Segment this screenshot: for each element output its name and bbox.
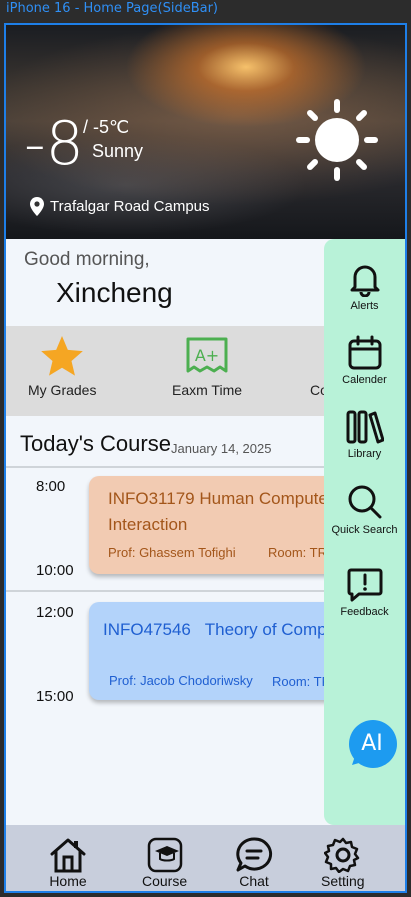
todays-date: January 14, 2025 xyxy=(171,441,272,456)
sidebar: Alerts Calender Library Quick Search Fee… xyxy=(324,239,405,825)
sidebar-item-feedback[interactable]: Feedback xyxy=(324,567,405,618)
sidebar-item-label: Quick Search xyxy=(331,524,398,536)
library-icon xyxy=(346,410,384,444)
sidebar-item-label: Alerts xyxy=(350,300,379,312)
nav-label: Chat xyxy=(239,873,269,889)
exam-time-label: Eaxm Time xyxy=(172,382,243,398)
course-start-time: 12:00 xyxy=(36,604,74,621)
sidebar-item-label: Calender xyxy=(342,374,387,386)
temperature-low: / -5℃ xyxy=(83,117,130,137)
nav-course[interactable]: Course xyxy=(142,837,187,889)
course-prof: Prof: Ghassem Tofighi xyxy=(108,545,236,560)
nav-label: Home xyxy=(49,873,87,889)
course-prof: Prof: Jacob Chodoriwsky xyxy=(109,673,253,688)
chat-icon xyxy=(236,837,273,872)
location-label: Trafalgar Road Campus xyxy=(50,198,210,215)
nav-setting[interactable]: Setting xyxy=(321,837,365,889)
nav-home[interactable]: Home xyxy=(49,837,87,889)
bottom-nav: Home Course Chat Setting xyxy=(6,825,405,891)
svg-text:A+: A+ xyxy=(195,346,219,365)
sun-icon xyxy=(296,99,378,181)
my-grades-button[interactable]: My Grades xyxy=(28,336,96,398)
bell-icon xyxy=(350,265,379,297)
graduation-cap-icon xyxy=(147,837,182,873)
gear-icon xyxy=(323,837,360,873)
sidebar-item-label: Feedback xyxy=(340,606,389,618)
calendar-icon xyxy=(348,335,381,370)
todays-course-title: Today's Course xyxy=(20,431,171,456)
grade-paper-icon: A+ xyxy=(186,337,228,373)
feedback-icon xyxy=(347,568,382,602)
ai-assistant-button[interactable]: AI xyxy=(346,719,397,769)
location-pin-icon xyxy=(30,197,44,216)
weather-condition: Sunny xyxy=(92,141,144,161)
home-icon xyxy=(50,838,86,873)
course-end-time: 10:00 xyxy=(36,562,74,579)
location: Trafalgar Road Campus xyxy=(30,197,210,216)
phone-screen: -8 / -5℃ Sunny Trafalgar Road Campus Goo… xyxy=(4,23,407,893)
nav-label: Course xyxy=(142,873,188,889)
star-icon xyxy=(41,336,84,376)
course-start-time: 8:00 xyxy=(36,478,66,495)
sidebar-item-calendar[interactable]: Calender xyxy=(324,335,405,386)
greeting: Good morning, xyxy=(24,249,150,270)
ai-button-label: AI xyxy=(361,731,383,756)
temperature: -8 xyxy=(24,109,84,179)
frame-title: iPhone 16 - Home Page(SideBar) xyxy=(6,1,218,16)
my-grades-label: My Grades xyxy=(28,382,97,398)
weather-hero: -8 / -5℃ Sunny Trafalgar Road Campus xyxy=(6,25,405,239)
sidebar-item-label: Library xyxy=(347,448,382,460)
user-name: Xincheng xyxy=(56,277,173,308)
sidebar-item-library[interactable]: Library xyxy=(324,409,405,460)
nav-chat[interactable]: Chat xyxy=(235,837,273,889)
sidebar-item-quick-search[interactable]: Quick Search xyxy=(324,483,405,536)
sidebar-item-alerts[interactable]: Alerts xyxy=(324,261,405,312)
nav-label: Setting xyxy=(321,873,365,889)
course-end-time: 15:00 xyxy=(36,688,74,705)
exam-time-button[interactable]: A+ Eaxm Time xyxy=(172,336,242,398)
search-icon xyxy=(348,485,381,519)
